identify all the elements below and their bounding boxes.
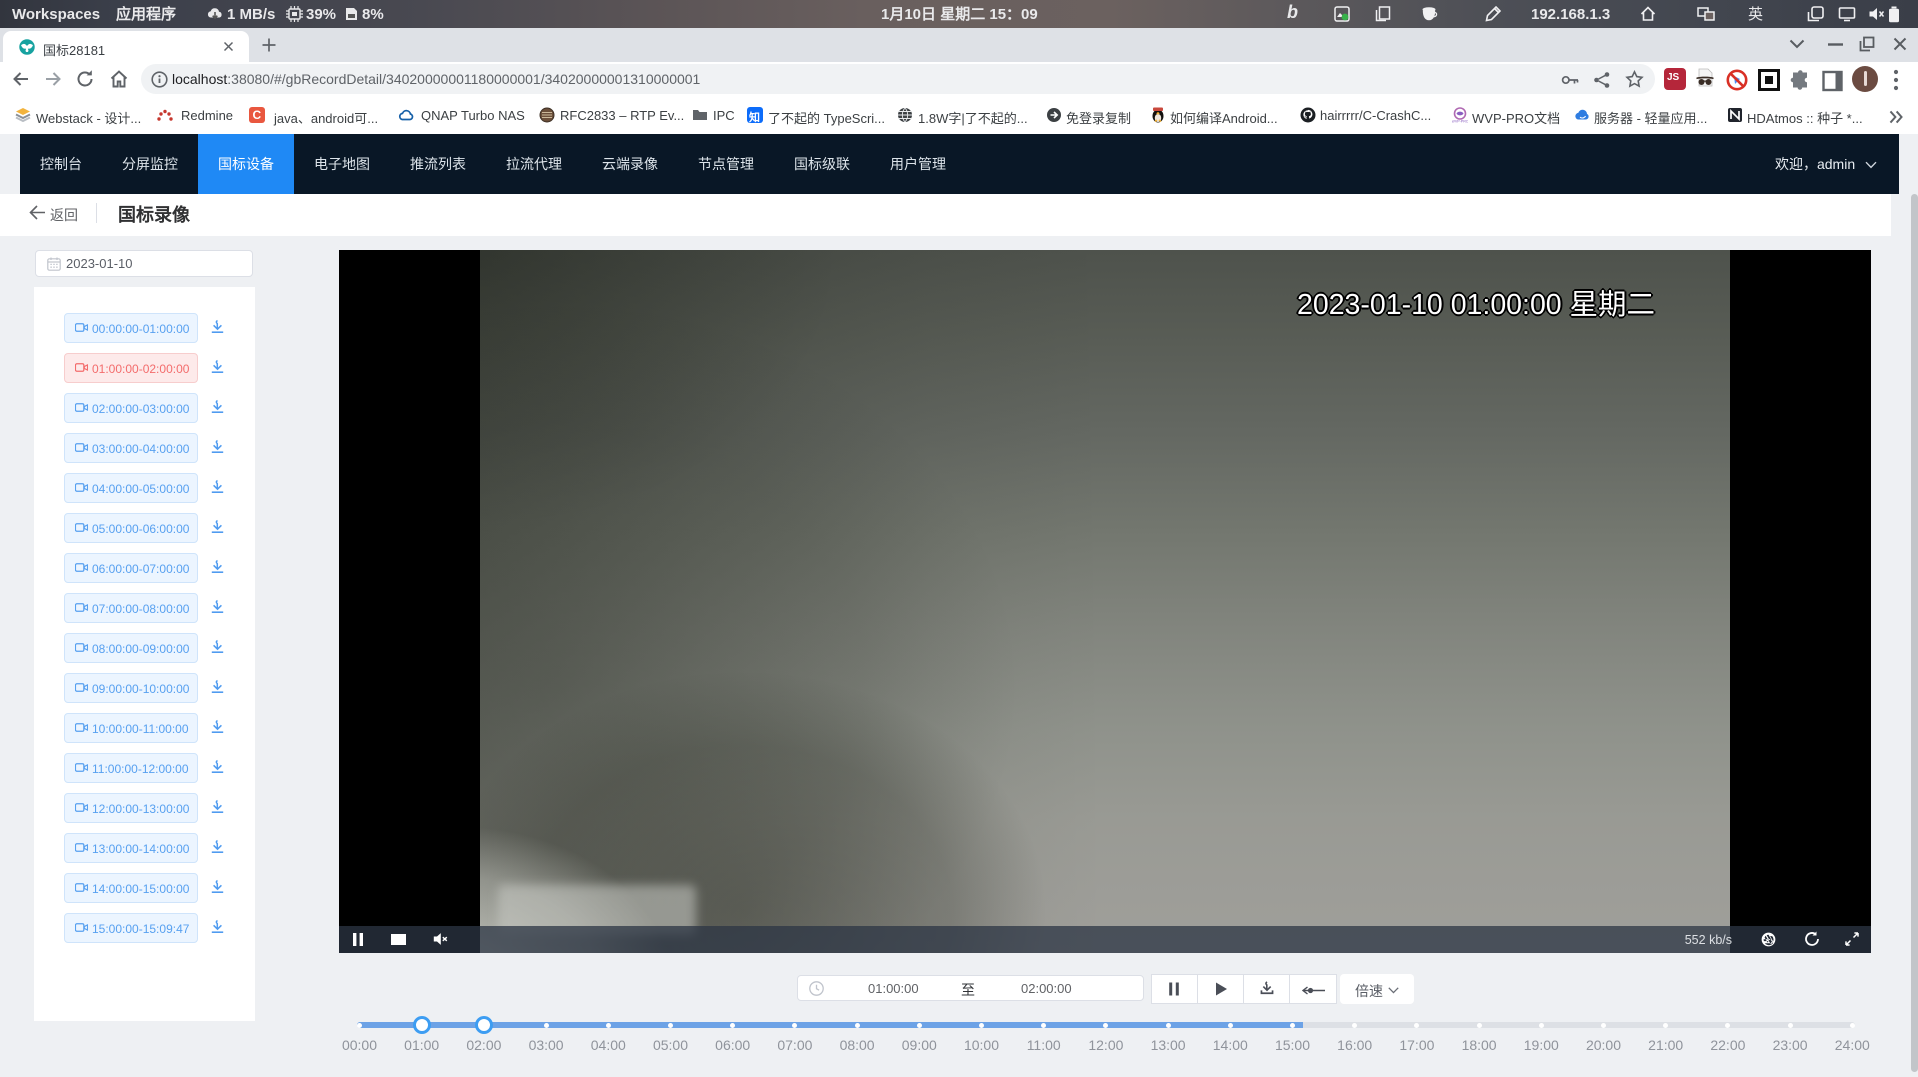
- svg-text:WVP-PRO: WVP-PRO: [1452, 120, 1468, 124]
